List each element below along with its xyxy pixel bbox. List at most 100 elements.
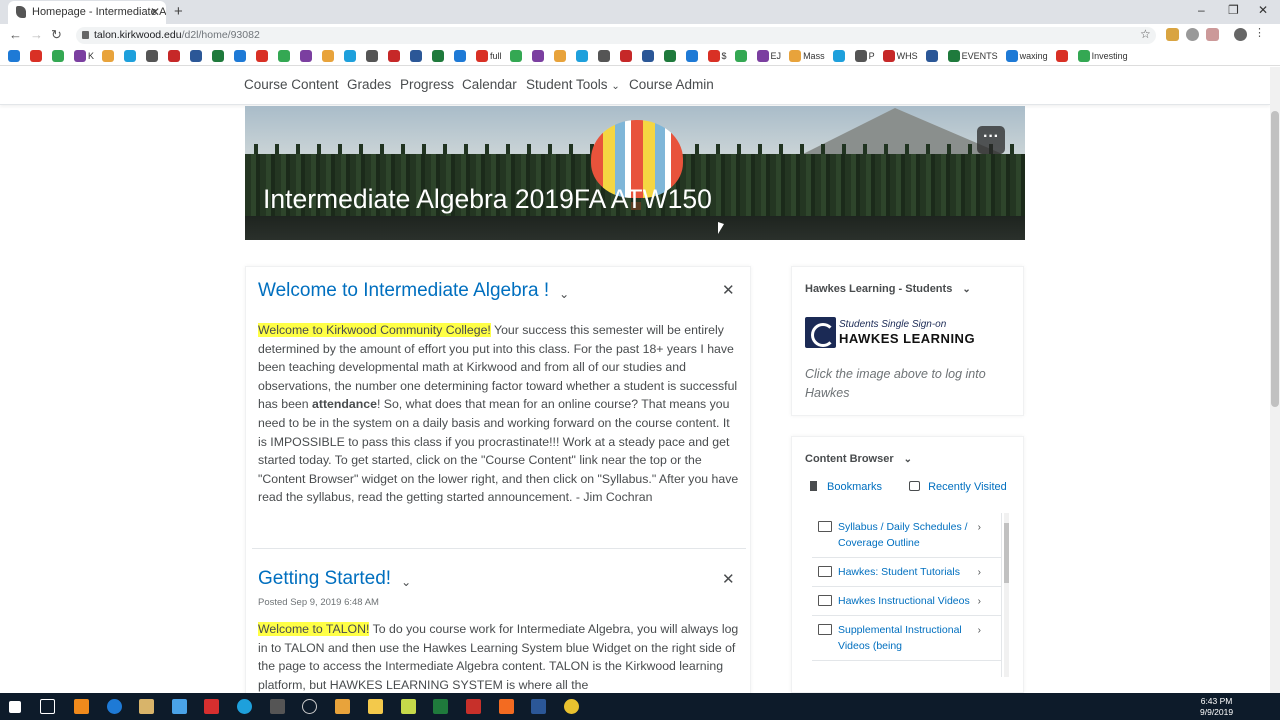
widget-title[interactable]: Content Browser ⌄ [805, 453, 912, 465]
new-tab-button[interactable]: + [174, 3, 183, 20]
bookmark-item[interactable]: P [854, 49, 875, 62]
list-item[interactable]: Syllabus / Daily Schedules / Coverage Ou… [812, 513, 1001, 558]
chrome-icon[interactable] [564, 699, 579, 714]
nav-grades[interactable]: Grades [347, 77, 391, 92]
bookmark-item[interactable] [553, 49, 568, 62]
bookmark-item[interactable] [30, 49, 44, 62]
url-field[interactable]: talon.kirkwood.edu/d2l/home/93082 [76, 27, 1156, 44]
bookmark-item[interactable] [52, 49, 66, 62]
bookmark-item[interactable] [641, 49, 656, 62]
bookmark-item[interactable] [124, 49, 138, 62]
profile-avatar-icon[interactable] [1234, 28, 1247, 41]
bookmark-item[interactable] [734, 49, 749, 62]
bookmark-item[interactable] [190, 49, 204, 62]
windows-start-icon[interactable] [9, 701, 21, 713]
bookmark-item[interactable] [509, 49, 524, 62]
forward-icon[interactable]: → [30, 27, 43, 42]
bookmark-item[interactable] [1055, 49, 1070, 62]
maximize-icon[interactable]: ❐ [1228, 3, 1239, 17]
bookmark-item[interactable] [575, 49, 590, 62]
system-clock[interactable]: 6:43 PM 9/9/2019 [1200, 696, 1233, 718]
page-scrollbar[interactable] [1270, 67, 1280, 693]
word-icon[interactable] [531, 699, 546, 714]
list-item[interactable]: Supplemental Instructional Videos (being… [812, 616, 1001, 661]
skype-icon[interactable] [237, 699, 252, 714]
edge-icon[interactable] [107, 699, 122, 714]
bookmark-item[interactable]: K [74, 49, 94, 62]
list-item[interactable]: Hawkes Instructional Videos › [812, 587, 1001, 616]
chevron-down-icon[interactable]: ⌄ [559, 287, 569, 301]
bookmark-item[interactable] [8, 49, 22, 62]
scrollbar-thumb[interactable] [1004, 523, 1009, 583]
bookmark-item[interactable] [344, 49, 358, 62]
bookmark-item[interactable] [146, 49, 160, 62]
bookmark-item[interactable] [300, 49, 314, 62]
app-icon[interactable] [172, 699, 187, 714]
bookmark-item[interactable] [619, 49, 634, 62]
bookmark-item[interactable] [832, 49, 847, 62]
hawkes-logo-link[interactable]: Students Single Sign-on HAWKES LEARNING [805, 317, 975, 349]
bookmark-item[interactable] [410, 49, 424, 62]
app-icon[interactable] [335, 699, 350, 714]
browser-menu-icon[interactable]: ⋮ [1254, 28, 1267, 41]
dismiss-close-icon[interactable]: ✕ [722, 570, 735, 588]
tab-close-icon[interactable]: ✕ [150, 5, 160, 19]
file-explorer-icon[interactable] [368, 699, 383, 714]
bookmark-item[interactable]: $ [707, 49, 727, 62]
bookmark-item[interactable]: EVENTS [947, 49, 998, 62]
reload-icon[interactable]: ↻ [51, 27, 62, 43]
nav-course-admin[interactable]: Course Admin [629, 77, 714, 92]
banner-options-button[interactable]: ··· [977, 126, 1005, 154]
bookmark-item[interactable] [432, 49, 446, 62]
bookmark-item[interactable] [925, 49, 940, 62]
extension-icon[interactable] [1206, 28, 1219, 41]
nav-calendar[interactable]: Calendar [462, 77, 517, 92]
bookmark-item[interactable] [454, 49, 468, 62]
bookmark-item[interactable]: Mass [789, 49, 825, 62]
extension-icon[interactable] [1186, 28, 1199, 41]
bookmark-item[interactable]: Investing [1077, 49, 1128, 62]
chevron-down-icon[interactable]: ⌄ [962, 284, 970, 295]
nav-student-tools[interactable]: Student Tools ⌄ [526, 77, 620, 92]
window-close-icon[interactable]: ✕ [1258, 3, 1268, 17]
bookmark-star-icon[interactable]: ☆ [1140, 27, 1151, 41]
announcement-title[interactable]: Welcome to Intermediate Algebra ! ⌄ [258, 280, 569, 302]
app-icon[interactable] [270, 699, 285, 714]
bookmark-item[interactable]: waxing [1005, 49, 1048, 62]
bookmark-item[interactable] [168, 49, 182, 62]
chevron-down-icon[interactable]: ⌄ [904, 454, 912, 465]
app-icon[interactable] [139, 699, 154, 714]
back-icon[interactable]: ← [9, 27, 22, 42]
bookmark-item[interactable] [388, 49, 402, 62]
recently-visited-link[interactable]: Recently Visited [928, 481, 1007, 493]
minimize-icon[interactable]: – [1198, 3, 1205, 17]
list-item[interactable]: Hawkes: Student Tutorials › [812, 558, 1001, 587]
announcement-title[interactable]: Getting Started! ⌄ [258, 568, 411, 590]
bookmark-item[interactable]: WHS [882, 49, 918, 62]
app-icon[interactable] [466, 699, 481, 714]
app-icon[interactable] [302, 699, 317, 714]
extension-icon[interactable] [1166, 28, 1179, 41]
bookmark-item[interactable] [597, 49, 612, 62]
dismiss-close-icon[interactable]: ✕ [722, 281, 735, 299]
excel-icon[interactable] [433, 699, 448, 714]
nav-progress[interactable]: Progress [400, 77, 454, 92]
bookmark-item[interactable] [322, 49, 336, 62]
bookmark-item[interactable] [234, 49, 248, 62]
app-icon[interactable] [499, 699, 514, 714]
bookmark-item[interactable] [366, 49, 380, 62]
bookmark-item[interactable] [663, 49, 678, 62]
bookmarks-link[interactable]: Bookmarks [827, 481, 882, 493]
bookmark-item[interactable] [102, 49, 116, 62]
bookmark-item[interactable] [531, 49, 546, 62]
bookmark-item[interactable] [256, 49, 270, 62]
widget-title[interactable]: Hawkes Learning - Students ⌄ [805, 283, 971, 295]
chevron-down-icon[interactable]: ⌄ [401, 575, 411, 589]
task-view-icon[interactable] [40, 699, 55, 714]
app-icon[interactable] [204, 699, 219, 714]
bookmark-item[interactable] [278, 49, 292, 62]
scrollbar-thumb[interactable] [1271, 111, 1279, 407]
bookmark-item[interactable]: EJ [756, 49, 781, 62]
bookmark-item[interactable] [212, 49, 226, 62]
vlc-icon[interactable] [74, 699, 89, 714]
